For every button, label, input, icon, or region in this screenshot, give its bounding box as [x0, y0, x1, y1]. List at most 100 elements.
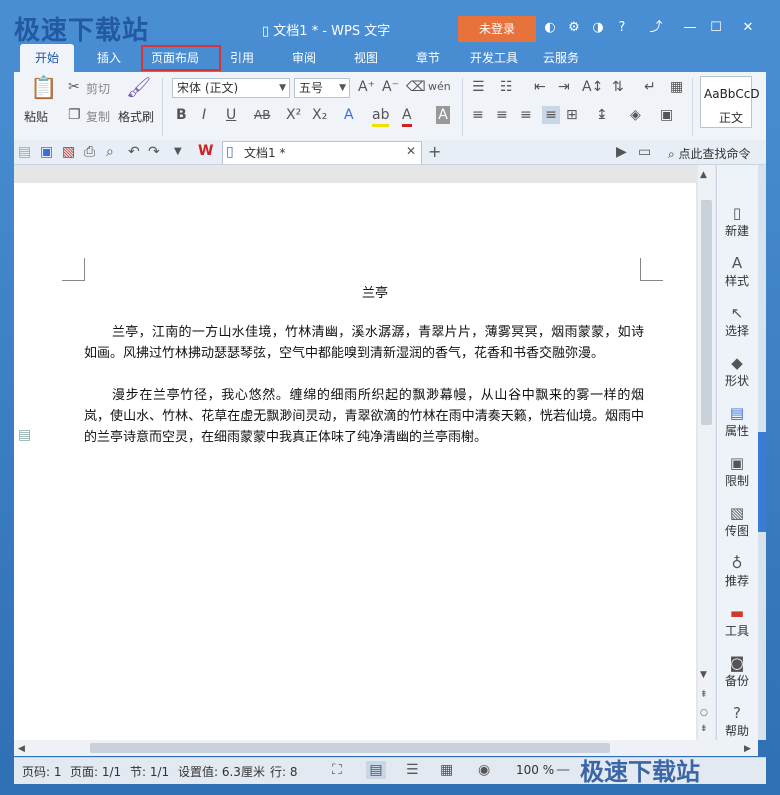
align-right-icon[interactable]: ≡	[520, 106, 532, 124]
scissors-icon[interactable]: ✂	[68, 78, 80, 96]
justify-icon[interactable]: ≡	[542, 106, 560, 124]
close-tab-icon[interactable]: ✕	[406, 144, 416, 158]
scroll-down-icon[interactable]: ▼	[700, 666, 707, 684]
help-icon[interactable]: ?	[614, 20, 630, 36]
fullscreen-icon[interactable]: ⛶	[332, 761, 342, 779]
scroll-left-icon[interactable]: ◀	[18, 740, 25, 758]
present-icon[interactable]: ▶	[616, 143, 627, 161]
outline-view-icon[interactable]: ☰	[406, 761, 419, 779]
undo-icon[interactable]: ↶	[128, 143, 140, 161]
view-mode-icon[interactable]: ▭	[638, 143, 651, 161]
page-view-icon[interactable]: ▤	[366, 761, 386, 779]
horizontal-scroll-thumb[interactable]	[90, 743, 610, 753]
highlight-icon[interactable]: ab	[372, 106, 390, 127]
paste-icon[interactable]: 📋	[30, 78, 57, 100]
pinyin-icon[interactable]: wén	[428, 78, 451, 96]
tab-developer[interactable]: 开发工具	[464, 44, 524, 72]
line-spacing-icon[interactable]: ↨	[596, 106, 608, 124]
close-icon[interactable]: ✕	[740, 20, 756, 36]
zoom-level[interactable]: 100 %	[516, 763, 554, 777]
side-item-upload-image[interactable]: ▧ 传图	[716, 504, 758, 539]
align-left-icon[interactable]: ≡	[472, 106, 484, 124]
brand-icon[interactable]: ◑	[590, 20, 606, 36]
shading-fill-icon[interactable]: ◈	[630, 106, 641, 124]
subscript-icon[interactable]: X₂	[312, 106, 327, 124]
save-icon[interactable]: ▣	[40, 143, 53, 161]
side-item-recommend[interactable]: ♁ 推荐	[716, 554, 758, 589]
grow-font-icon[interactable]: A⁺	[358, 78, 375, 96]
cut-button[interactable]: 剪切	[86, 80, 110, 97]
tab-view[interactable]: 视图	[344, 44, 388, 72]
font-size-select[interactable]: 五号 ▼	[294, 78, 350, 98]
align-center-icon[interactable]: ≡	[496, 106, 508, 124]
print-preview-icon[interactable]: ⌕	[106, 143, 114, 161]
tab-chapter[interactable]: 章节	[406, 44, 450, 72]
scroll-right-icon[interactable]: ▶	[744, 740, 751, 758]
table-grid-icon[interactable]: ▦	[670, 78, 683, 96]
side-item-select[interactable]: ↖ 选择	[716, 304, 758, 339]
copy-button[interactable]: 复制	[86, 108, 110, 125]
document-paragraph-2[interactable]: 漫步在兰亭竹径，我心悠然。缠绵的细雨所织起的飘渺幕幔，从山谷中飘来的雾一样的烟岚…	[84, 385, 644, 448]
maximize-icon[interactable]: ☐	[708, 20, 724, 36]
paste-button[interactable]: 粘贴	[24, 108, 48, 125]
command-search[interactable]: ⌕ 点此查找命令	[668, 145, 751, 162]
skin-icon[interactable]: ◐	[542, 20, 558, 36]
bold-icon[interactable]: B	[176, 106, 187, 124]
side-item-backup[interactable]: ◙ 备份	[716, 654, 758, 689]
print-icon[interactable]: ⎙	[84, 143, 95, 161]
document-page[interactable]	[14, 183, 696, 740]
paragraph-handle-icon[interactable]: ▤	[18, 426, 31, 444]
text-effect-icon[interactable]: A	[344, 106, 354, 124]
shrink-font-icon[interactable]: A⁻	[382, 78, 399, 96]
pdf-export-icon[interactable]: ▧	[62, 143, 75, 161]
protect-eye-icon[interactable]: ◉	[478, 761, 490, 779]
increase-indent-icon[interactable]: ⇥	[558, 78, 570, 96]
minimize-icon[interactable]: —	[682, 20, 698, 36]
superscript-icon[interactable]: X²	[286, 106, 301, 124]
font-color-icon[interactable]: A	[402, 106, 412, 127]
side-item-new[interactable]: ▯ 新建	[716, 204, 758, 239]
side-item-properties[interactable]: ▤ 属性	[716, 404, 758, 439]
login-button[interactable]: 未登录	[458, 16, 536, 42]
font-name-select[interactable]: 宋体 (正文) ▼	[172, 78, 290, 98]
wps-logo-icon[interactable]: W	[198, 142, 213, 160]
clear-format-icon[interactable]: ⌫	[406, 78, 426, 96]
scroll-up-icon[interactable]: ▲	[700, 166, 707, 184]
style-gallery[interactable]: AaBbCcD 正文	[700, 76, 760, 128]
document-title[interactable]: 兰亭	[14, 282, 736, 301]
zoom-out-icon[interactable]: —	[556, 761, 570, 779]
customize-dropdown-icon[interactable]: ▼	[174, 143, 182, 161]
side-item-tools[interactable]: ▬ 工具	[716, 604, 758, 639]
tab-review[interactable]: 审阅	[282, 44, 326, 72]
redo-icon[interactable]: ↷	[148, 143, 160, 161]
restore-window-icon[interactable]: ⤴	[648, 20, 664, 36]
paragraph-mark-icon[interactable]: ↵	[644, 78, 656, 96]
text-direction-icon[interactable]: A↕	[582, 78, 603, 96]
side-panel-toggle[interactable]	[758, 432, 766, 532]
side-item-style[interactable]: A 样式	[716, 254, 758, 289]
italic-icon[interactable]: I	[202, 106, 206, 124]
sort-icon[interactable]: ⇅	[612, 78, 624, 96]
strikethrough-icon[interactable]: AB	[254, 106, 270, 124]
tab-insert[interactable]: 插入	[84, 44, 134, 72]
tab-references[interactable]: 引用	[220, 44, 264, 72]
previous-page-icon[interactable]: ⇞	[700, 686, 708, 704]
numbered-list-icon[interactable]: ☷	[500, 78, 513, 96]
tab-cloud[interactable]: 云服务	[536, 44, 586, 72]
side-item-help[interactable]: ? 帮助	[716, 704, 758, 739]
tab-home[interactable]: 开始	[20, 44, 74, 72]
settings-icon[interactable]: ⚙	[566, 20, 582, 36]
open-folder-icon[interactable]: ▤	[18, 143, 31, 161]
format-painter-button[interactable]: 格式刷	[118, 108, 154, 125]
copy-icon[interactable]: ❐	[68, 106, 81, 124]
document-paragraph-1[interactable]: 兰亭，江南的一方山水佳境，竹林清幽，溪水潺潺，青翠片片，薄雾冥冥，烟雨蒙蒙，如诗…	[84, 322, 644, 364]
new-tab-icon[interactable]: +	[428, 142, 441, 161]
side-item-restrict[interactable]: ▣ 限制	[716, 454, 758, 489]
reading-view-icon[interactable]: ▦	[440, 761, 453, 779]
underline-icon[interactable]: U	[226, 106, 236, 124]
border-icon[interactable]: ▣	[660, 106, 673, 124]
decrease-indent-icon[interactable]: ⇤	[534, 78, 546, 96]
char-shading-icon[interactable]: A	[436, 106, 450, 124]
distribute-icon[interactable]: ⊞	[566, 106, 578, 124]
next-page-icon[interactable]: ⇟	[700, 720, 708, 738]
